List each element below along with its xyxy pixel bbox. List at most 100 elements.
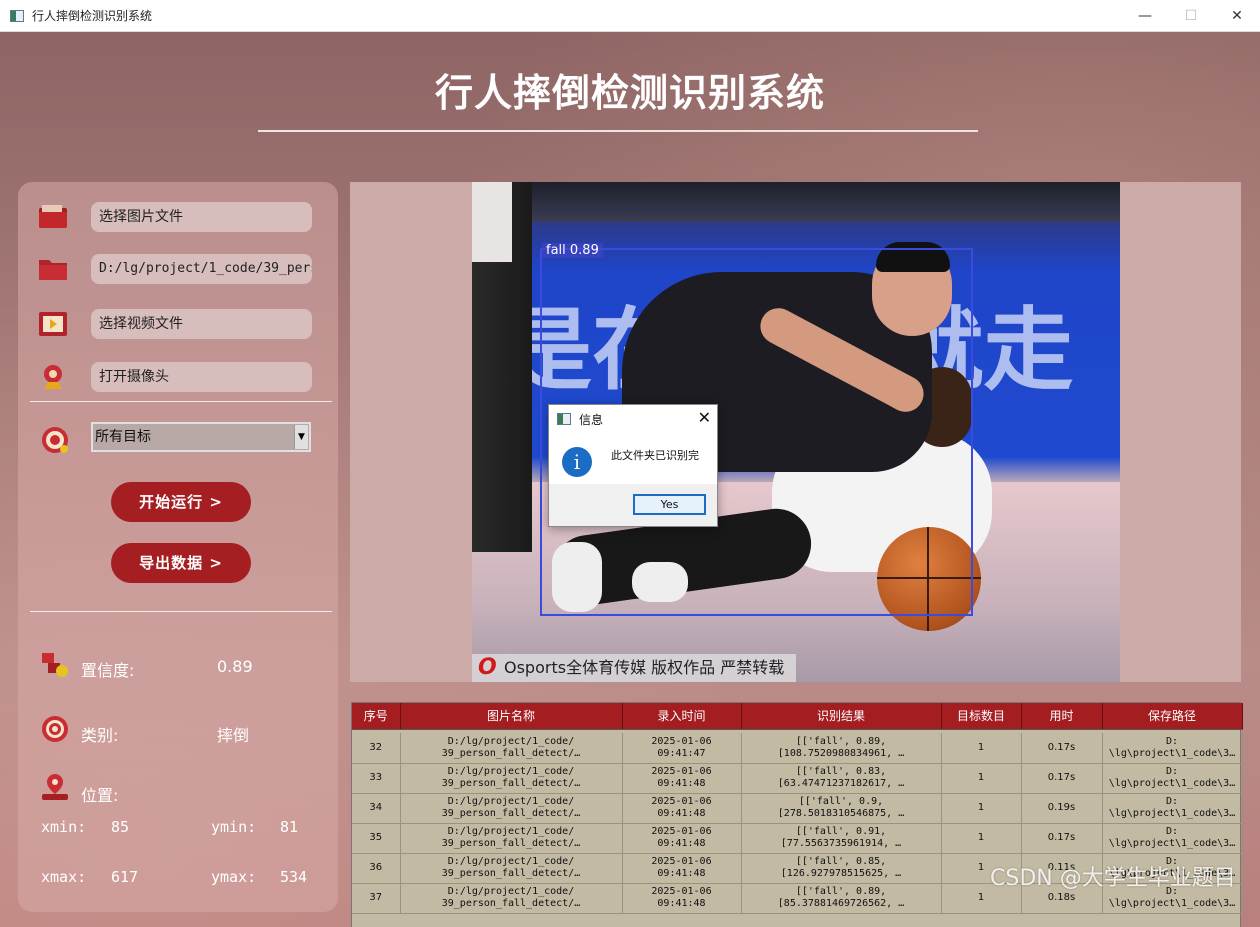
cell-image-name: D:/lg/project/1_code/ 39_person_fall_det… xyxy=(400,793,623,824)
confidence-row: 置信度: 0.89 xyxy=(18,647,338,687)
confidence-value: 0.89 xyxy=(217,657,253,676)
xmax-value: 617 xyxy=(111,868,139,886)
table-row[interactable]: 32 D:/lg/project/1_code/ 39_person_fall_d… xyxy=(352,733,1243,764)
cell-save-path: D: \lg\project\1_code\3… xyxy=(1102,823,1243,854)
cell-image-name: D:/lg/project/1_code/ 39_person_fall_det… xyxy=(400,733,623,764)
select-video-row: 选择视频文件 xyxy=(18,309,338,341)
xmax-label: xmax: xyxy=(41,868,87,886)
page-title: 行人摔倒检测识别系统 xyxy=(434,71,825,115)
referee-shirt xyxy=(472,182,512,262)
cell-time: 2025-01-06 09:41:48 xyxy=(622,883,742,914)
app-icon xyxy=(557,413,571,425)
csdn-watermark: CSDN @大学生毕业题目 xyxy=(990,866,1236,891)
title-underline xyxy=(258,130,978,132)
select-image-row: 选择图片文件 xyxy=(18,202,338,234)
cell-index: 37 xyxy=(352,883,401,914)
window-controls: — ☐ ✕ xyxy=(1122,0,1260,32)
class-row: 类别: 摔倒 xyxy=(18,712,338,752)
start-button[interactable]: 开始运行 > xyxy=(111,482,251,522)
col-header-image-name[interactable]: 图片名称 xyxy=(400,703,623,730)
cell-index: 32 xyxy=(352,733,401,764)
target-icon xyxy=(42,427,68,453)
ymin-value: 81 xyxy=(280,818,299,836)
cell-image-name: D:/lg/project/1_code/ 39_person_fall_det… xyxy=(400,883,623,914)
maximize-button[interactable]: ☐ xyxy=(1168,0,1214,32)
xmin-value: 85 xyxy=(111,818,130,836)
cell-count: 1 xyxy=(941,793,1022,824)
cell-save-path: D: \lg\project\1_code\3… xyxy=(1102,733,1243,764)
cell-index: 35 xyxy=(352,823,401,854)
col-header-time[interactable]: 录入时间 xyxy=(622,703,742,730)
table-header-row: 序号 图片名称 录入时间 识别结果 目标数目 用时 保存路径 xyxy=(352,703,1243,730)
cell-count: 1 xyxy=(941,733,1022,764)
cell-save-path: D: \lg\project\1_code\3… xyxy=(1102,793,1243,824)
table-row[interactable]: 33 D:/lg/project/1_code/ 39_person_fall_d… xyxy=(352,763,1243,794)
col-header-count[interactable]: 目标数目 xyxy=(941,703,1022,730)
cell-result: [['fall', 0.91, [77.5563735961914, … xyxy=(741,823,942,854)
video-file-icon xyxy=(39,312,67,336)
confidence-icon xyxy=(42,653,68,677)
folder-path-field[interactable]: D:/lg/project/1_code/39_person_fall_dete… xyxy=(91,254,312,284)
location-icon xyxy=(42,774,68,800)
dialog-titlebar: 信息 ✕ xyxy=(549,405,717,433)
cell-time: 2025-01-06 09:41:48 xyxy=(622,853,742,884)
cell-time: 2025-01-06 09:41:48 xyxy=(622,823,742,854)
open-camera-button[interactable]: 打开摄像头 xyxy=(91,362,312,392)
window-title: 行人摔倒检测识别系统 xyxy=(32,9,153,23)
yes-button[interactable]: Yes xyxy=(633,494,706,515)
image-folder-icon xyxy=(39,205,67,228)
cell-result: [['fall', 0.89, [108.7520980834961, … xyxy=(741,733,942,764)
info-icon: i xyxy=(562,447,592,477)
target-select[interactable]: 所有目标 ▼ xyxy=(91,422,311,452)
cell-duration: 0.17s xyxy=(1021,733,1103,764)
target-select-value: 所有目标 xyxy=(95,429,151,445)
cell-time: 2025-01-06 09:41:47 xyxy=(622,733,742,764)
cell-duration: 0.19s xyxy=(1021,793,1103,824)
divider xyxy=(30,401,332,402)
cell-index: 33 xyxy=(352,763,401,794)
dialog-close-button[interactable]: ✕ xyxy=(698,408,711,427)
ymin-label: ymin: xyxy=(211,818,257,836)
control-panel: 选择图片文件 D:/lg/project/1_code/39_person_fa… xyxy=(18,182,338,912)
cell-index: 34 xyxy=(352,793,401,824)
image-watermark-text: Osports全体育传媒 版权作品 严禁转载 xyxy=(504,658,785,677)
export-button[interactable]: 导出数据 > xyxy=(111,543,251,583)
class-label: 类别: xyxy=(81,726,119,745)
minimize-button[interactable]: — xyxy=(1122,0,1168,32)
dialog-title: 信息 xyxy=(579,413,604,427)
cell-result: [['fall', 0.9, [278.5018310546875, … xyxy=(741,793,942,824)
camera-row: 打开摄像头 xyxy=(18,362,338,394)
confidence-label: 置信度: xyxy=(81,661,135,680)
camera-icon xyxy=(44,365,62,389)
image-display-area: 是在了 走就走 fall 0.89 O Osports全体育传媒 版权作品 严禁… xyxy=(350,182,1241,682)
cell-duration: 0.17s xyxy=(1021,823,1103,854)
col-header-save-path[interactable]: 保存路径 xyxy=(1102,703,1243,730)
cell-count: 1 xyxy=(941,763,1022,794)
position-row: 位置: xyxy=(18,772,338,812)
cell-image-name: D:/lg/project/1_code/ 39_person_fall_det… xyxy=(400,823,623,854)
close-window-button[interactable]: ✕ xyxy=(1214,0,1260,32)
cell-time: 2025-01-06 09:41:48 xyxy=(622,793,742,824)
ymax-label: ymax: xyxy=(211,868,257,886)
dialog-footer: Yes xyxy=(549,484,717,526)
chevron-down-icon[interactable]: ▼ xyxy=(294,425,308,449)
select-image-button[interactable]: 选择图片文件 xyxy=(91,202,312,232)
table-row[interactable]: 34 D:/lg/project/1_code/ 39_person_fall_d… xyxy=(352,793,1243,824)
select-video-button[interactable]: 选择视频文件 xyxy=(91,309,312,339)
col-header-result[interactable]: 识别结果 xyxy=(741,703,942,730)
divider xyxy=(30,611,332,612)
app-main: 行人摔倒检测识别系统 选择图片文件 D:/lg/project/1_code/3… xyxy=(0,32,1260,927)
cell-count: 1 xyxy=(941,823,1022,854)
cell-time: 2025-01-06 09:41:48 xyxy=(622,763,742,794)
window-titlebar: 行人摔倒检测识别系统 — ☐ ✕ xyxy=(0,0,1260,32)
col-header-index[interactable]: 序号 xyxy=(352,703,401,730)
class-target-icon xyxy=(42,716,68,742)
table-row[interactable]: 35 D:/lg/project/1_code/ 39_person_fall_d… xyxy=(352,823,1243,854)
col-header-duration[interactable]: 用时 xyxy=(1021,703,1103,730)
class-value: 摔倒 xyxy=(217,726,250,745)
results-table[interactable]: 序号 图片名称 录入时间 识别结果 目标数目 用时 保存路径 32 D:/lg/p… xyxy=(351,702,1243,927)
cell-index: 36 xyxy=(352,853,401,884)
position-label: 位置: xyxy=(81,786,119,805)
xmin-label: xmin: xyxy=(41,818,87,836)
cell-duration: 0.17s xyxy=(1021,763,1103,794)
